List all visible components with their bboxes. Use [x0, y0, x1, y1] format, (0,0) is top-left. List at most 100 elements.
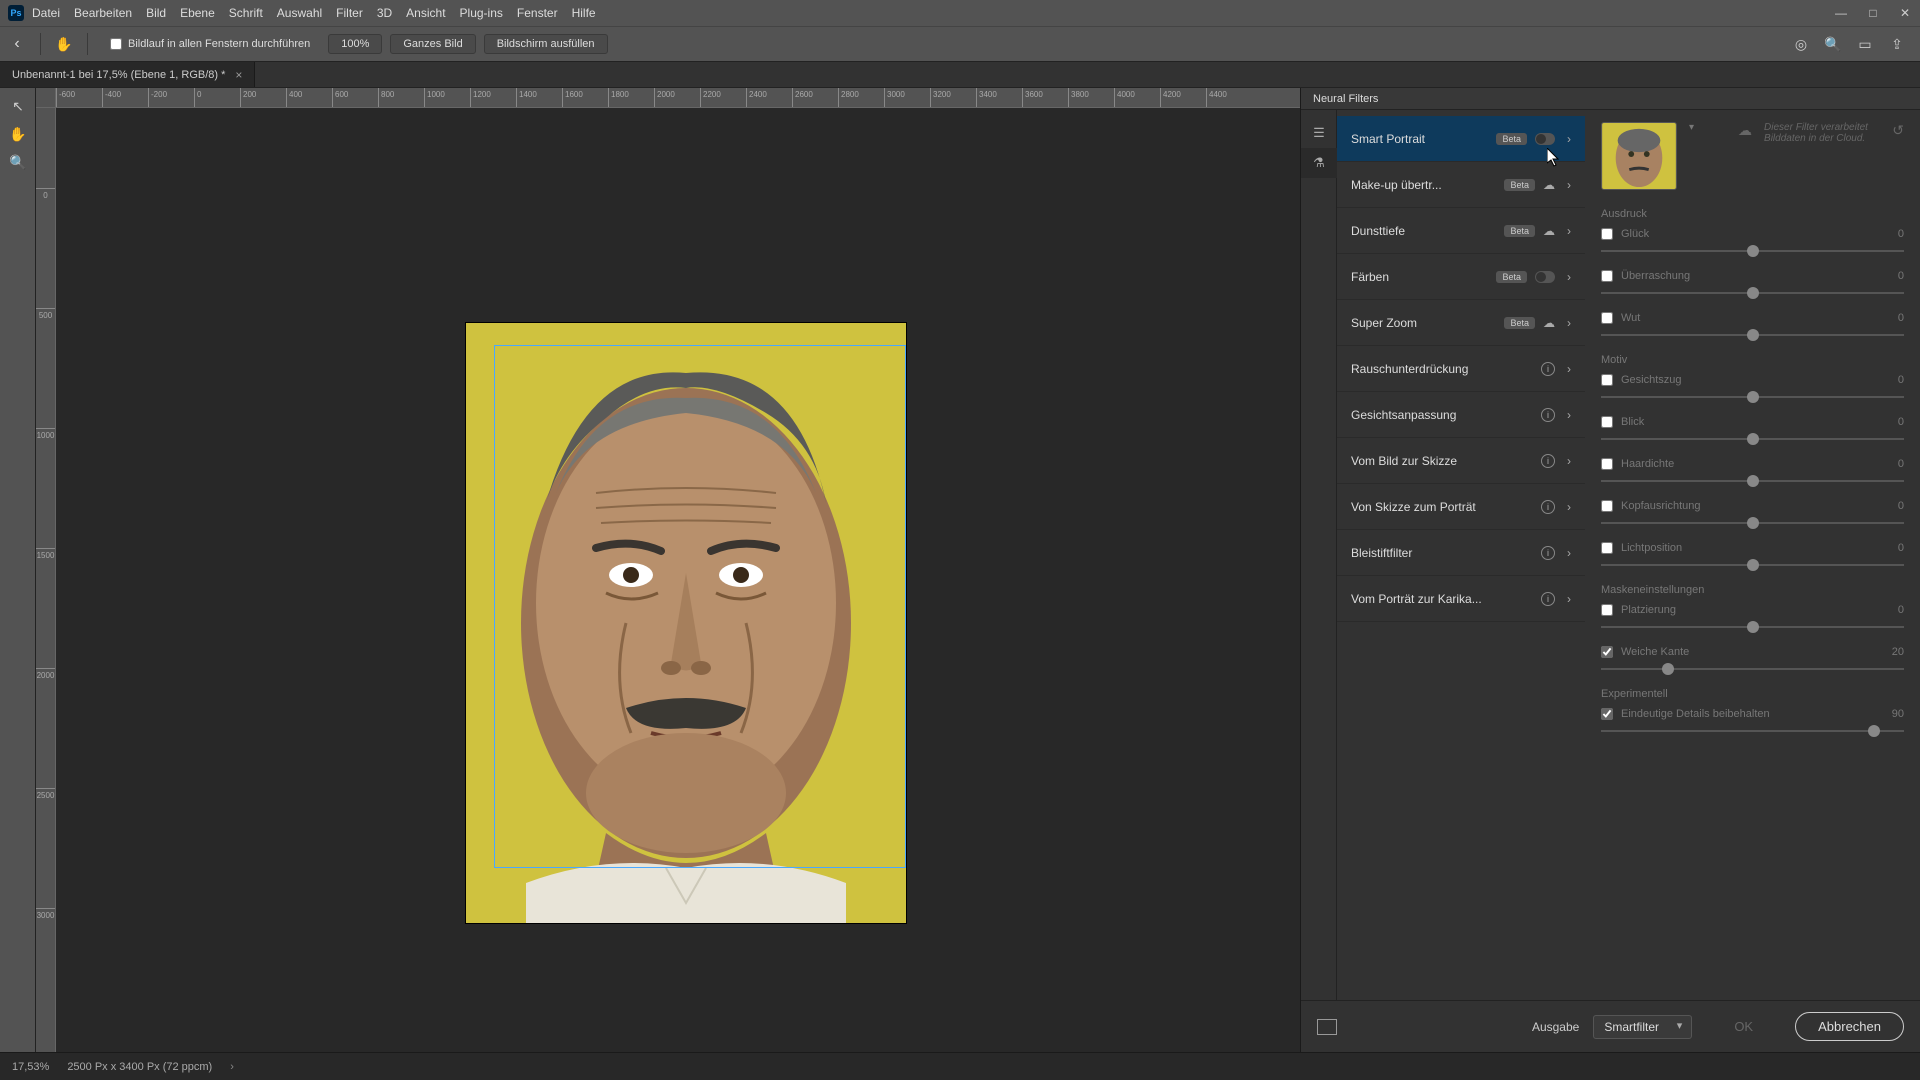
slider-knob[interactable]: [1747, 329, 1759, 341]
slider-checkbox[interactable]: [1601, 374, 1613, 386]
cancel-button[interactable]: Abbrechen: [1795, 1012, 1904, 1041]
filter-item[interactable]: Super ZoomBeta☁›: [1337, 300, 1585, 346]
menu-bild[interactable]: Bild: [146, 6, 166, 20]
minimize-button[interactable]: —: [1834, 6, 1848, 20]
slider-knob[interactable]: [1747, 621, 1759, 633]
slider-knob[interactable]: [1747, 475, 1759, 487]
filter-item[interactable]: DunsttiefeBeta☁›: [1337, 208, 1585, 254]
menu-plug-ins[interactable]: Plug-ins: [460, 6, 503, 20]
ruler-origin[interactable]: [36, 88, 56, 108]
horizontal-ruler[interactable]: -600-400-2000200400600800100012001400160…: [56, 88, 1300, 108]
slider-checkbox[interactable]: [1601, 270, 1613, 282]
filter-item[interactable]: Vom Bild zur Skizzei›: [1337, 438, 1585, 484]
close-tab-icon[interactable]: ×: [235, 68, 242, 82]
menu-filter[interactable]: Filter: [336, 6, 363, 20]
toggle-icon[interactable]: [1535, 271, 1555, 283]
filter-item[interactable]: Rauschunterdrückungi›: [1337, 346, 1585, 392]
menu-auswahl[interactable]: Auswahl: [277, 6, 322, 20]
menu-datei[interactable]: Datei: [32, 6, 60, 20]
move-tool-icon[interactable]: ↖: [0, 92, 36, 120]
filter-item[interactable]: FärbenBeta›: [1337, 254, 1585, 300]
reset-icon[interactable]: ↺: [1892, 122, 1904, 139]
cloud-download-icon[interactable]: ☁: [1543, 224, 1555, 238]
cloud-download-icon[interactable]: ☁: [1543, 316, 1555, 330]
filter-item[interactable]: Vom Porträt zur Karika...i›: [1337, 576, 1585, 622]
slider-track[interactable]: [1601, 292, 1904, 294]
status-doc-info[interactable]: 2500 Px x 3400 Px (72 ppcm): [67, 1061, 212, 1073]
zoom-100-button[interactable]: 100%: [328, 34, 382, 54]
info-icon[interactable]: i: [1541, 454, 1555, 468]
slider-knob[interactable]: [1662, 663, 1674, 675]
slider-track[interactable]: [1601, 668, 1904, 670]
slider-track[interactable]: [1601, 438, 1904, 440]
slider-checkbox[interactable]: [1601, 646, 1613, 658]
slider-knob[interactable]: [1747, 517, 1759, 529]
output-dropdown[interactable]: Smartfilter: [1593, 1015, 1692, 1039]
slider-knob[interactable]: [1747, 433, 1759, 445]
menu-fenster[interactable]: Fenster: [517, 6, 558, 20]
slider-checkbox[interactable]: [1601, 708, 1613, 720]
home-button[interactable]: ‹: [6, 33, 28, 55]
cloud-docs-icon[interactable]: ◎: [1792, 35, 1810, 53]
slider-track[interactable]: [1601, 334, 1904, 336]
slider-checkbox[interactable]: [1601, 312, 1613, 324]
fill-screen-button[interactable]: Bildschirm ausfüllen: [484, 34, 608, 54]
ok-button[interactable]: OK: [1706, 1013, 1781, 1040]
slider-track[interactable]: [1601, 250, 1904, 252]
slider-track[interactable]: [1601, 626, 1904, 628]
info-icon[interactable]: i: [1541, 546, 1555, 560]
vertical-ruler[interactable]: 050010001500200025003000: [36, 108, 56, 1052]
slider-track[interactable]: [1601, 564, 1904, 566]
cloud-download-icon[interactable]: ☁: [1543, 178, 1555, 192]
slider-track[interactable]: [1601, 480, 1904, 482]
before-after-icon[interactable]: [1317, 1019, 1337, 1035]
filter-item[interactable]: Smart PortraitBeta›: [1337, 116, 1585, 162]
status-chevron-icon[interactable]: ›: [230, 1061, 234, 1073]
slider-checkbox[interactable]: [1601, 416, 1613, 428]
slider-knob[interactable]: [1747, 287, 1759, 299]
menu-bearbeiten[interactable]: Bearbeiten: [74, 6, 132, 20]
face-selector-dropdown[interactable]: ▾: [1689, 122, 1694, 133]
info-icon[interactable]: i: [1541, 408, 1555, 422]
filter-item[interactable]: Gesichtsanpassungi›: [1337, 392, 1585, 438]
slider-knob[interactable]: [1868, 725, 1880, 737]
hand-tool-icon[interactable]: ✋: [53, 33, 75, 55]
share-icon[interactable]: ⇪: [1888, 35, 1906, 53]
slider-knob[interactable]: [1747, 245, 1759, 257]
zoom-tool-icon[interactable]: 🔍: [0, 148, 36, 176]
filter-item[interactable]: Von Skizze zum Porträti›: [1337, 484, 1585, 530]
slider-track[interactable]: [1601, 396, 1904, 398]
maximize-button[interactable]: □: [1866, 6, 1880, 20]
menu-ebene[interactable]: Ebene: [180, 6, 215, 20]
info-icon[interactable]: i: [1541, 362, 1555, 376]
menu-hilfe[interactable]: Hilfe: [572, 6, 596, 20]
slider-checkbox[interactable]: [1601, 604, 1613, 616]
slider-track[interactable]: [1601, 522, 1904, 524]
menu-schrift[interactable]: Schrift: [229, 6, 263, 20]
menu-3d[interactable]: 3D: [377, 6, 392, 20]
slider-knob[interactable]: [1747, 559, 1759, 571]
slider-checkbox[interactable]: [1601, 542, 1613, 554]
search-icon[interactable]: 🔍: [1824, 35, 1842, 53]
slider-checkbox[interactable]: [1601, 458, 1613, 470]
slider-track[interactable]: [1601, 730, 1904, 732]
document-canvas[interactable]: [466, 323, 906, 923]
slider-knob[interactable]: [1747, 391, 1759, 403]
fit-screen-button[interactable]: Ganzes Bild: [390, 34, 475, 54]
hand-tool-icon[interactable]: ✋: [0, 120, 36, 148]
status-zoom[interactable]: 17,53%: [12, 1061, 49, 1073]
face-thumbnail[interactable]: [1601, 122, 1677, 190]
filter-item[interactable]: Make-up übertr...Beta☁›: [1337, 162, 1585, 208]
info-icon[interactable]: i: [1541, 500, 1555, 514]
beta-tab-icon[interactable]: ⚗: [1301, 148, 1337, 178]
menu-ansicht[interactable]: Ansicht: [406, 6, 445, 20]
close-button[interactable]: ✕: [1898, 6, 1912, 20]
scroll-all-windows-checkbox[interactable]: Bildlauf in allen Fenstern durchführen: [100, 38, 320, 50]
document-tab[interactable]: Unbenannt-1 bei 17,5% (Ebene 1, RGB/8) *…: [0, 62, 255, 87]
featured-tab-icon[interactable]: ☰: [1301, 118, 1337, 148]
slider-checkbox[interactable]: [1601, 228, 1613, 240]
workspace-icon[interactable]: ▭: [1856, 35, 1874, 53]
info-icon[interactable]: i: [1541, 592, 1555, 606]
slider-checkbox[interactable]: [1601, 500, 1613, 512]
filter-item[interactable]: Bleistiftfilteri›: [1337, 530, 1585, 576]
